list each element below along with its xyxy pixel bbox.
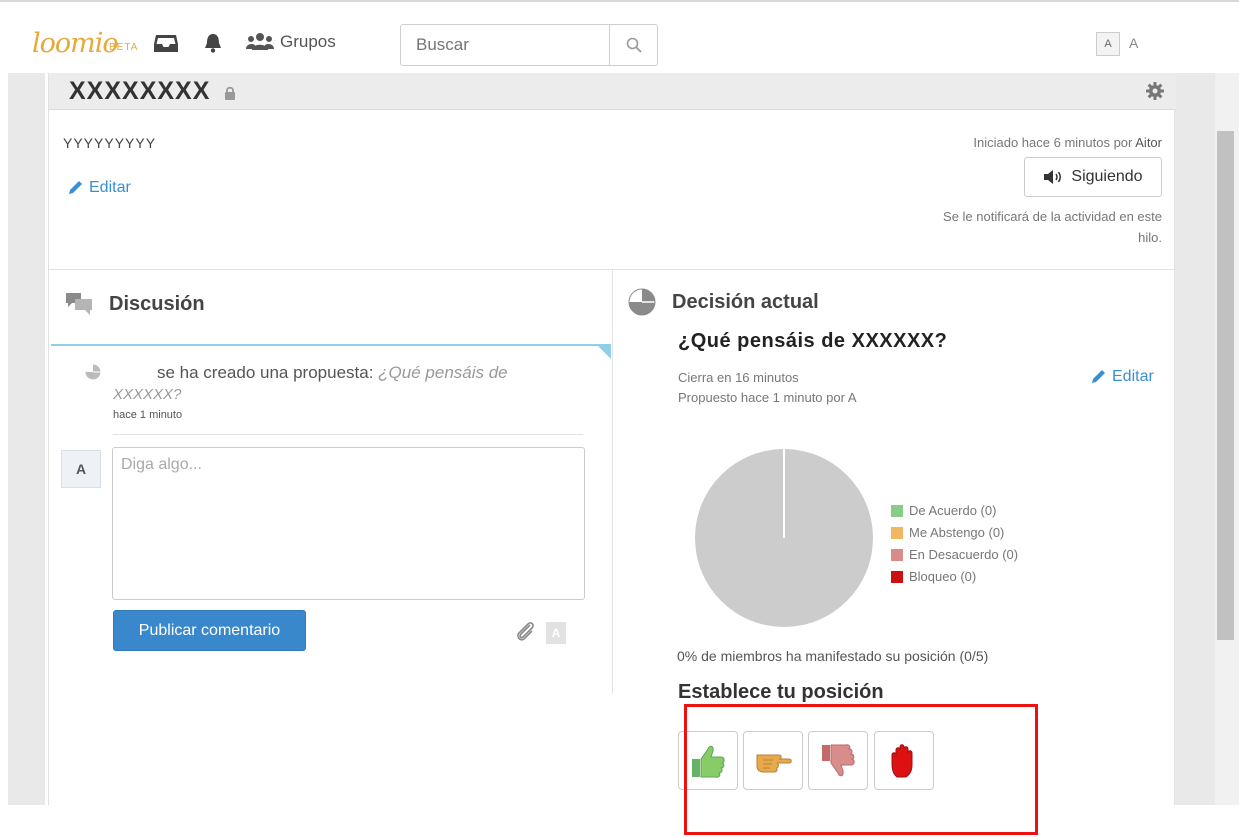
users-icon [246, 33, 274, 50]
decision-heading: Decisión actual [628, 288, 819, 316]
edit-proposal-link[interactable]: Editar [1090, 368, 1154, 386]
comment-input[interactable] [112, 447, 585, 600]
search-input[interactable] [401, 25, 611, 65]
inbox-icon[interactable] [153, 32, 179, 54]
avatar: A [61, 450, 101, 488]
decision-heading-label: Decisión actual [672, 290, 819, 313]
legend-swatch [891, 571, 903, 583]
decision-pie-icon [628, 288, 656, 316]
discussion-heading-label: Discusión [109, 292, 205, 315]
legend-swatch [891, 527, 903, 539]
comments-icon [66, 293, 92, 315]
follow-button[interactable]: Siguiendo [1024, 157, 1162, 197]
legend-item-abstain: Me Abstengo (0) [891, 522, 1018, 544]
user-name[interactable]: A [1129, 35, 1141, 51]
started-info: Iniciado hace 6 minutos por Aitor [973, 135, 1162, 150]
event-action-text: se ha creado una propuesta: [157, 363, 374, 382]
legend-label: Bloqueo (0) [909, 569, 977, 584]
pencil-icon [69, 181, 82, 194]
edit-proposal-label: Editar [1112, 368, 1154, 385]
pencil-icon [1092, 370, 1105, 383]
search-icon [626, 37, 642, 53]
legend-swatch [891, 505, 903, 517]
user-avatar[interactable]: A [1096, 32, 1120, 56]
publish-comment-button[interactable]: Publicar comentario [113, 610, 306, 651]
markdown-icon[interactable]: A [546, 622, 566, 644]
paperclip-icon[interactable] [515, 620, 537, 644]
event-description: se ha creado una propuesta: ¿Qué pensáis… [157, 363, 508, 383]
event-proposal-link-continued[interactable]: XXXXXX? [113, 386, 181, 403]
scrollbar-thumb[interactable] [1217, 131, 1234, 640]
proposal-title: ¿Qué pensáis de XXXXXX? [678, 330, 948, 352]
edit-thread-link[interactable]: Editar [67, 179, 131, 197]
started-text: Iniciado hace 6 minutos por [973, 135, 1133, 150]
top-navbar: loomio BETA Grupos A A [0, 0, 1239, 73]
legend-item-agree: De Acuerdo (0) [891, 500, 1018, 522]
members-participation: 0% de miembros ha manifestado su posició… [677, 648, 989, 664]
proposal-pie-icon [85, 364, 101, 380]
notify-text: Se le notificará de la actividad en este… [943, 209, 1162, 245]
votes-pie-chart [695, 449, 873, 627]
beta-badge: BETA [109, 42, 139, 53]
thread-context: YYYYYYYYY [63, 135, 157, 151]
column-divider [612, 269, 613, 694]
legend-label: De Acuerdo (0) [909, 503, 997, 518]
page-gutter-left [8, 73, 45, 805]
page-gutter-right [1175, 73, 1215, 805]
edit-thread-label: Editar [89, 179, 131, 196]
speaker-icon [1044, 170, 1062, 184]
proposal-closes: Cierra en 16 minutos [678, 370, 799, 385]
event-separator [113, 434, 583, 435]
search-box [400, 24, 658, 66]
proposal-author: Propuesto hace 1 minuto por A [678, 390, 857, 405]
event-proposal-link[interactable]: ¿Qué pensáis de [378, 363, 507, 382]
legend-item-disagree: En Desacuerdo (0) [891, 544, 1018, 566]
loomio-logo[interactable]: loomio [32, 28, 119, 59]
gear-icon[interactable] [1145, 81, 1165, 101]
legend-swatch [891, 549, 903, 561]
event-timestamp: hace 1 minuto [113, 409, 183, 421]
position-heading: Establece tu posición [678, 681, 884, 703]
discussion-card: XXXXXXXX YYYYYYYYY Editar Iniciado hace … [48, 73, 1176, 805]
votes-legend: De Acuerdo (0) Me Abstengo (0) En Desacu… [891, 500, 1018, 588]
discussion-accent-corner [597, 345, 611, 359]
discussion-header: XXXXXXXX [49, 73, 1176, 110]
follow-label: Siguiendo [1071, 168, 1143, 185]
page-title: XXXXXXXX [69, 77, 211, 105]
legend-label: En Desacuerdo (0) [909, 547, 1019, 562]
lock-icon [225, 86, 235, 100]
groups-label: Grupos [280, 32, 336, 51]
legend-item-block: Bloqueo (0) [891, 566, 1018, 588]
discussion-heading: Discusión [65, 291, 205, 317]
discussion-accent-line [51, 344, 611, 346]
search-button[interactable] [609, 25, 657, 65]
bell-icon[interactable] [200, 32, 226, 54]
legend-label: Me Abstengo (0) [909, 525, 1005, 540]
started-author[interactable]: Aitor [1135, 135, 1162, 150]
groups-menu[interactable]: Grupos [246, 32, 336, 52]
highlight-box [684, 704, 1038, 835]
